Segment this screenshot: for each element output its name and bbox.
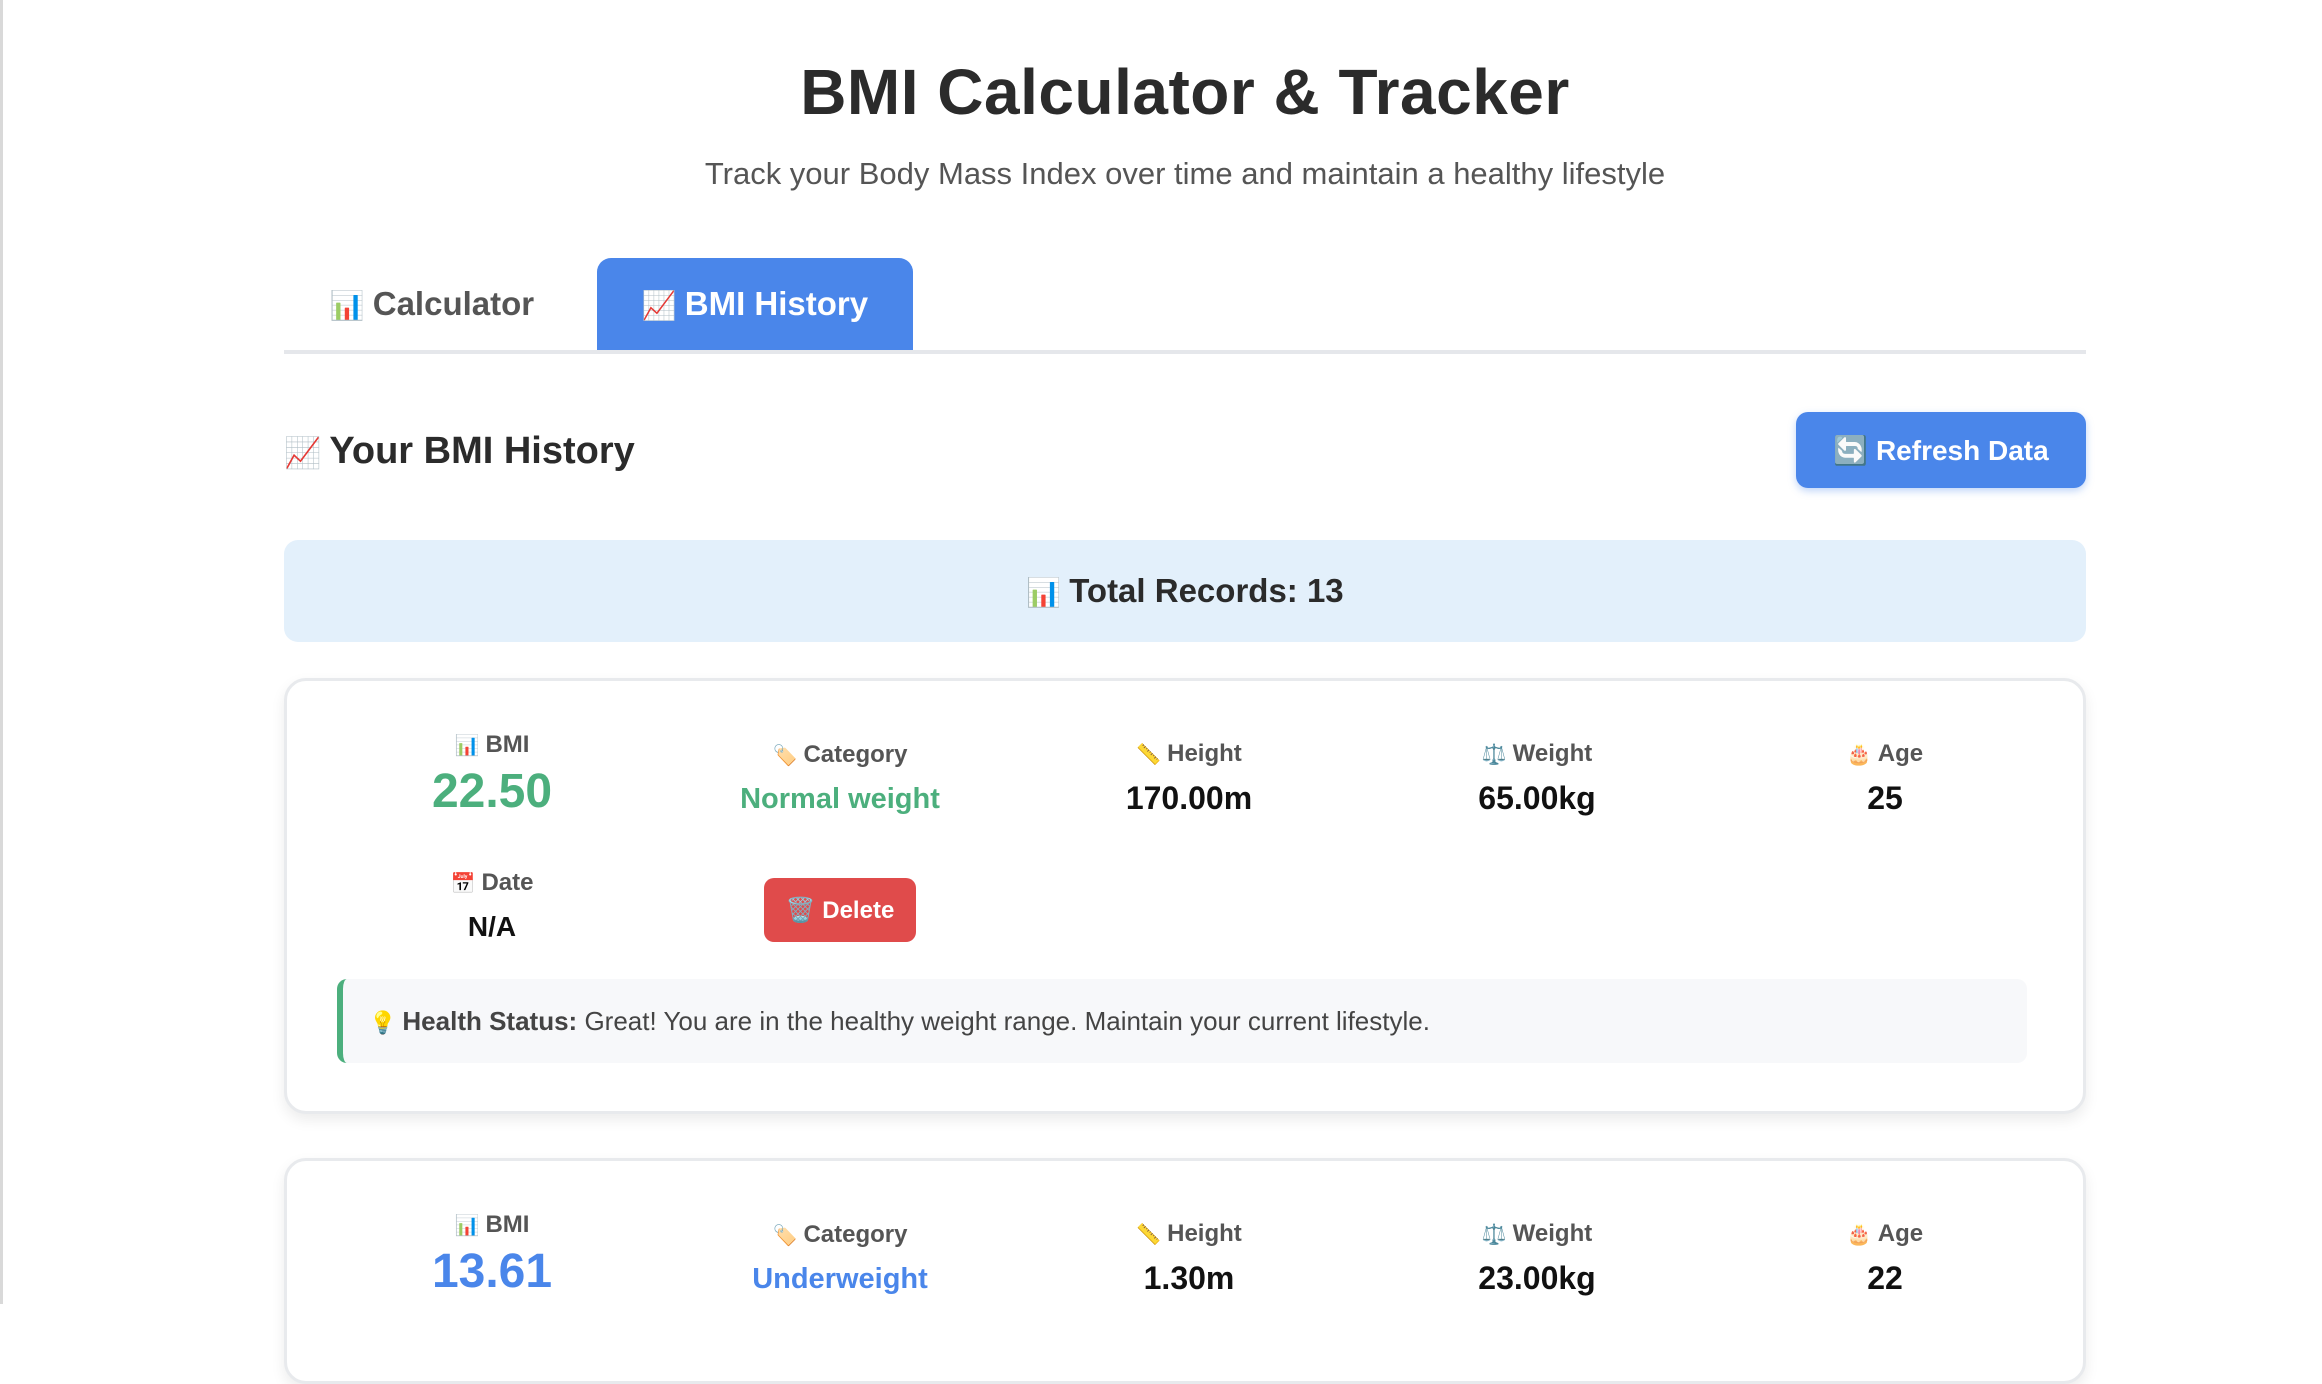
height-field: 📏 Height 170.00m: [1019, 738, 1359, 818]
health-status-label: Health Status:: [402, 1006, 578, 1036]
trend-chart-icon: 📈: [284, 437, 322, 470]
bar-chart-icon: 📊: [1026, 577, 1062, 608]
bmi-field: 📊 BMI 13.61: [322, 1209, 662, 1299]
tag-icon: 🏷️: [772, 745, 798, 767]
bmi-label: BMI: [485, 731, 530, 758]
cake-icon: 🎂: [1846, 744, 1872, 766]
age-field: 🎂 Age 25: [1715, 738, 2055, 818]
bar-chart-icon: 📊: [454, 1215, 480, 1237]
refresh-icon: 🔄: [1833, 435, 1869, 466]
bar-chart-icon: 📊: [329, 290, 365, 321]
tab-bmi-history[interactable]: 📈 BMI History: [597, 258, 913, 350]
category-label: Category: [803, 741, 908, 768]
weight-field: ⚖️ Weight 65.00kg: [1367, 738, 1707, 818]
date-value: N/A: [467, 911, 517, 942]
weight-value: 65.00kg: [1478, 780, 1596, 816]
tab-label: Calculator: [372, 285, 535, 322]
tab-bar: 📊 Calculator 📈 BMI History: [284, 258, 2086, 354]
section-title-text: Your BMI History: [329, 430, 635, 472]
age-label: Age: [1877, 1220, 1924, 1247]
weight-label: Weight: [1512, 740, 1593, 767]
age-value: 25: [1867, 780, 1903, 816]
cake-icon: 🎂: [1846, 1224, 1872, 1246]
ruler-icon: 📏: [1136, 1224, 1162, 1246]
height-label: Height: [1167, 740, 1242, 767]
height-field: 📏 Height 1.30m: [1019, 1218, 1359, 1298]
section-title: 📈 Your BMI History: [284, 412, 635, 490]
record-card: 📊 BMI 22.50 🏷️ Category Normal weight 📏 Hei…: [284, 678, 2086, 1114]
health-status-text: Great! You are in the healthy weight ran…: [584, 1006, 1430, 1036]
height-value: 170.00m: [1125, 780, 1253, 816]
page-subtitle: Track your Body Mass Index over time and…: [704, 156, 1666, 191]
bmi-value: 13.61: [431, 1245, 553, 1298]
category-field: 🏷️ Category Normal weight: [670, 739, 1010, 819]
calendar-icon: 📅: [450, 873, 476, 895]
tag-icon: 🏷️: [772, 1225, 798, 1247]
weight-label: Weight: [1512, 1220, 1593, 1247]
delete-button[interactable]: 🗑️ Delete: [764, 878, 916, 942]
record-card: 📊 BMI 13.61 🏷️ Category Underweight 📏 Heigh…: [284, 1158, 2086, 1384]
weight-value: 23.00kg: [1478, 1260, 1596, 1296]
tab-calculator[interactable]: 📊 Calculator: [284, 258, 580, 350]
bmi-value: 22.50: [431, 765, 553, 818]
bar-chart-icon: 📊: [454, 735, 480, 757]
refresh-data-button[interactable]: 🔄 Refresh Data: [1796, 412, 2086, 488]
total-records-text: Total Records: 13: [1069, 572, 1344, 609]
page-title: BMI Calculator & Tracker: [800, 56, 1570, 128]
age-label: Age: [1877, 740, 1924, 767]
ruler-icon: 📏: [1136, 744, 1162, 766]
age-value: 22: [1867, 1260, 1903, 1296]
category-field: 🏷️ Category Underweight: [670, 1219, 1010, 1299]
trend-chart-icon: 📈: [641, 290, 677, 321]
window-edge: [0, 0, 3, 1304]
scale-icon: ⚖️: [1481, 744, 1507, 766]
bmi-label: BMI: [485, 1211, 530, 1238]
app-container: BMI Calculator & Tracker Track your Body…: [284, 0, 2086, 1384]
date-label: Date: [481, 869, 534, 896]
lightbulb-icon: 💡: [369, 1010, 397, 1035]
health-status: 💡 Health Status: Great! You are in the he…: [337, 979, 2027, 1063]
tab-label: BMI History: [684, 285, 869, 322]
scale-icon: ⚖️: [1481, 1224, 1507, 1246]
date-field: 📅 Date N/A: [322, 867, 662, 947]
history-header: 📈 Your BMI History 🔄 Refresh Data: [284, 412, 2086, 490]
delete-label: Delete: [822, 897, 895, 924]
refresh-label: Refresh Data: [1875, 435, 2049, 466]
category-value: Normal weight: [740, 783, 940, 815]
trash-icon: 🗑️: [785, 897, 816, 924]
height-value: 1.30m: [1143, 1260, 1235, 1296]
weight-field: ⚖️ Weight 23.00kg: [1367, 1218, 1707, 1298]
bmi-field: 📊 BMI 22.50: [322, 729, 662, 819]
category-label: Category: [803, 1221, 908, 1248]
height-label: Height: [1167, 1220, 1242, 1247]
total-records-banner: 📊 Total Records: 13: [284, 540, 2086, 642]
category-value: Underweight: [752, 1263, 928, 1295]
age-field: 🎂 Age 22: [1715, 1218, 2055, 1298]
